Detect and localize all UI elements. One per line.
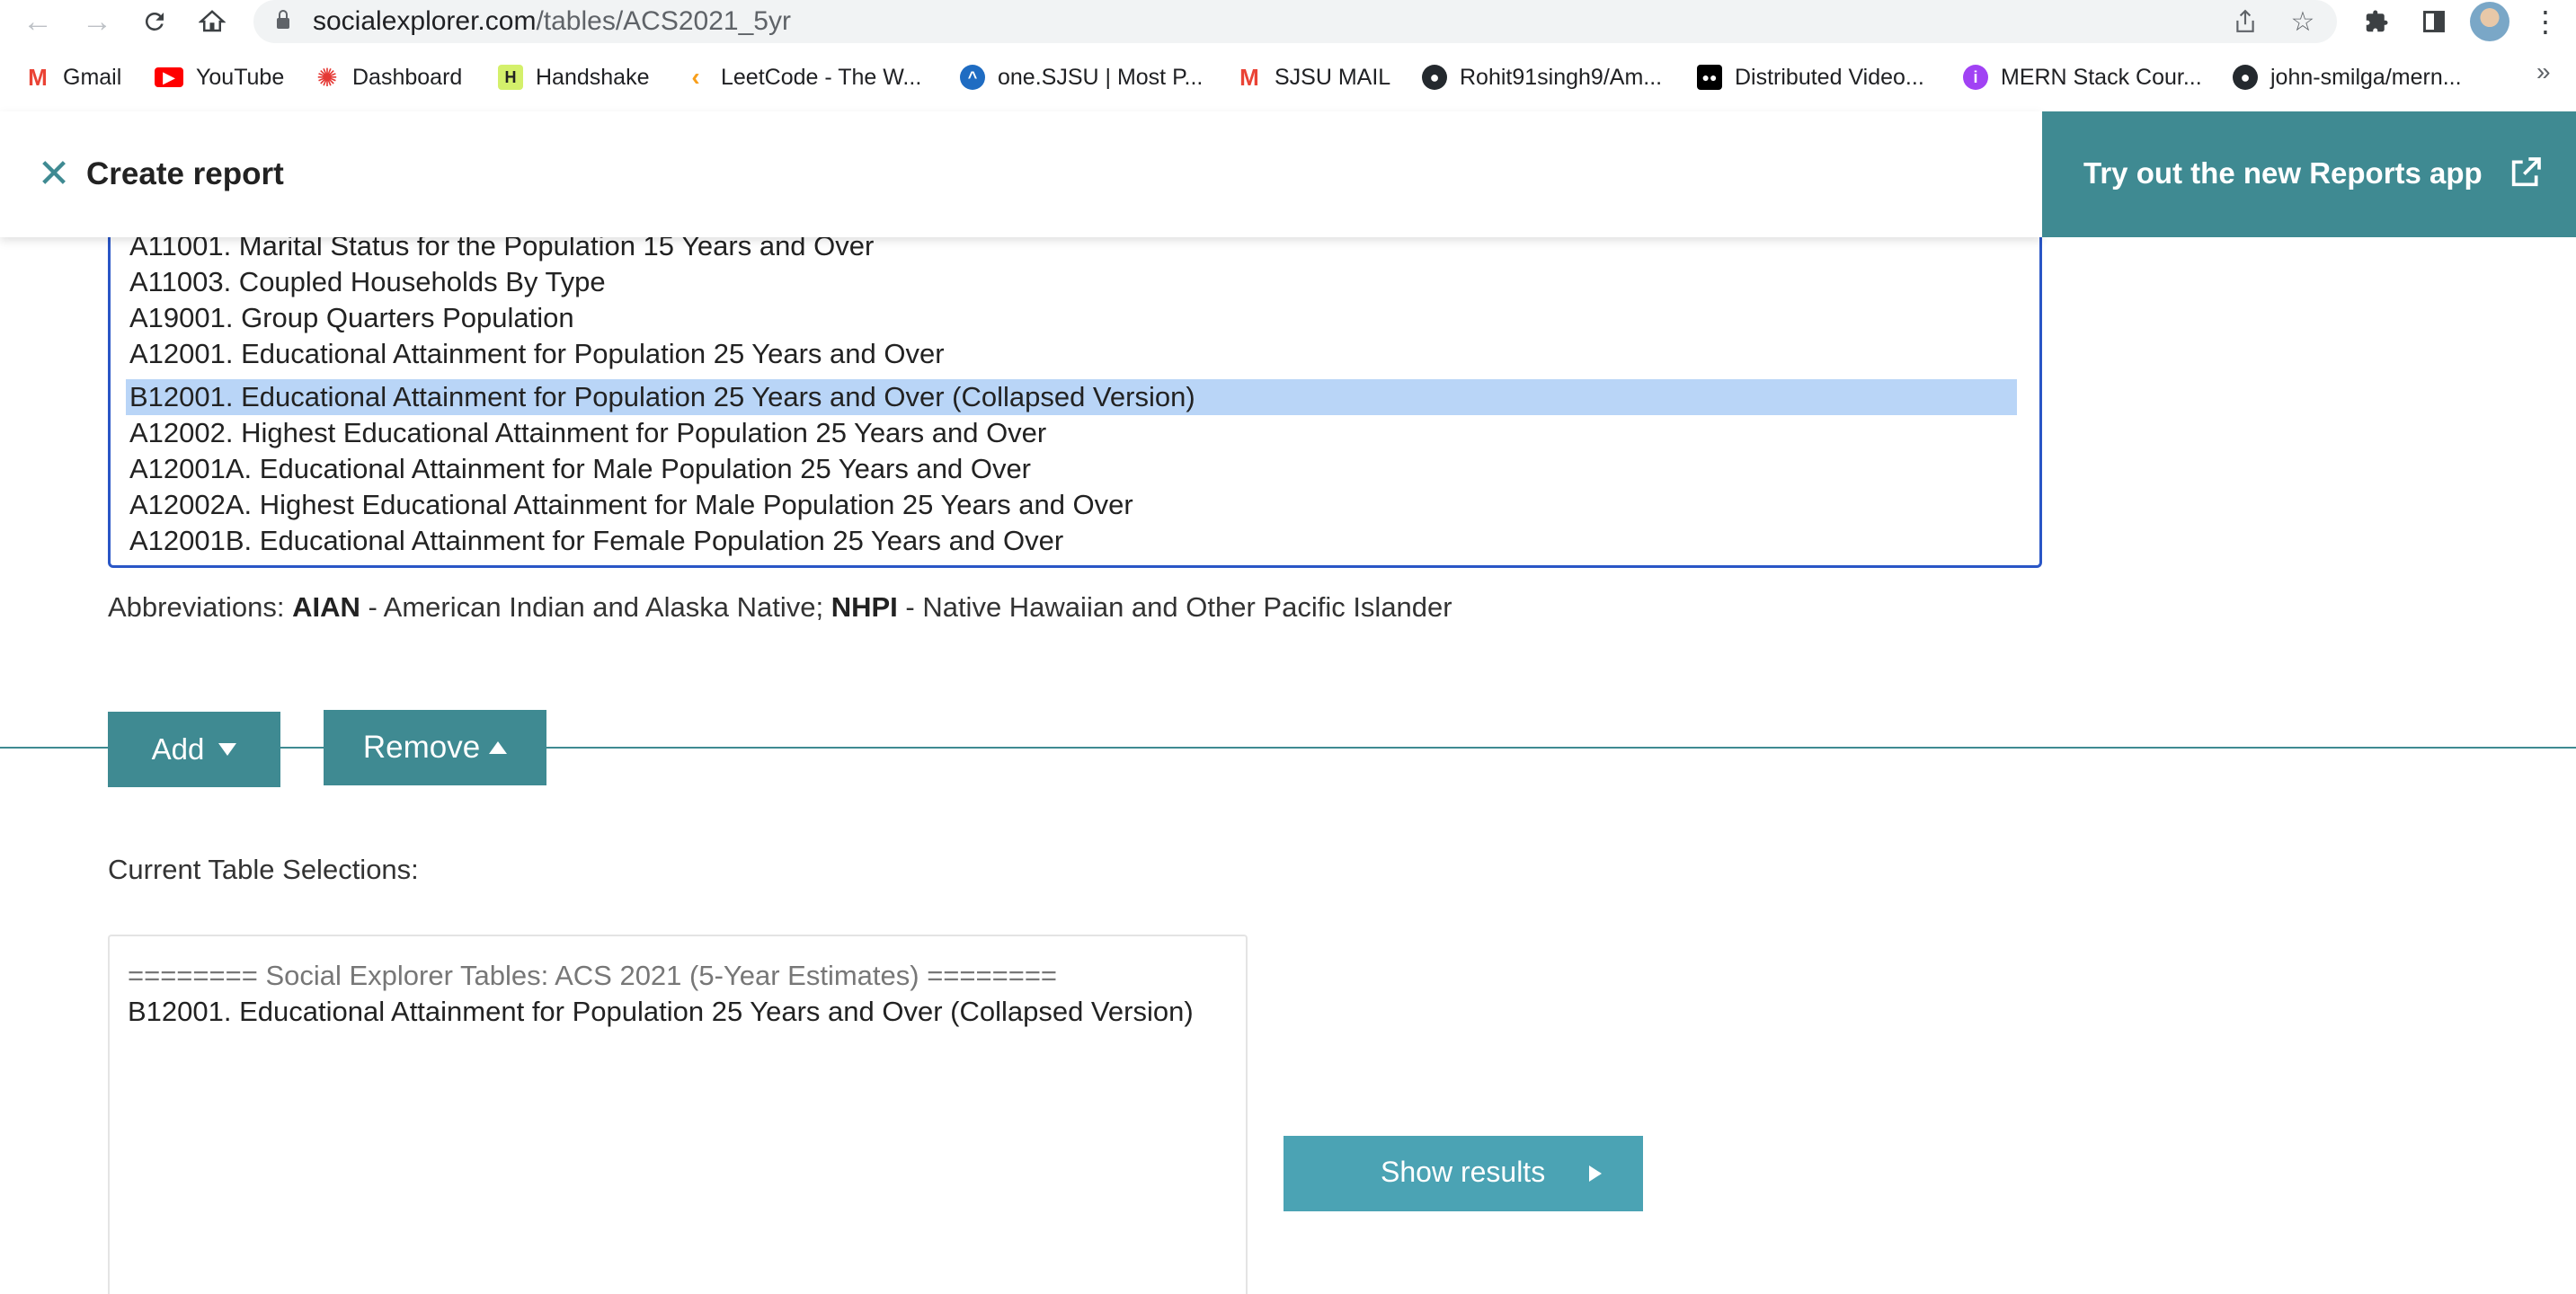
browser-toolbar: ← → socialexplorer.com/tables/ACS2021_5y… (0, 0, 2576, 43)
handshake-icon: H (498, 65, 523, 90)
bookmark-gmail[interactable]: M Gmail (25, 58, 121, 97)
github-icon: ● (2233, 65, 2258, 90)
bookmark-github-rohit[interactable]: ● Rohit91singh9/Am... (1422, 58, 1662, 97)
abbreviations-note: Abbreviations: AIAN - American Indian an… (108, 591, 1452, 623)
show-results-label: Show results (1381, 1156, 1546, 1188)
page-title: Create report (86, 156, 284, 191)
table-list-item[interactable]: A12001B. Educational Attainment for Fema… (126, 523, 1063, 559)
bookmark-dashboard[interactable]: ✺ Dashboard (315, 58, 462, 97)
table-list-item[interactable]: A12001A. Educational Attainment for Male… (126, 451, 1031, 487)
remove-button-label: Remove (362, 730, 481, 765)
play-arrow-icon (1589, 1165, 1602, 1182)
show-results-button[interactable]: Show results (1284, 1136, 1643, 1211)
side-panel-icon[interactable] (2416, 4, 2452, 40)
table-list-item[interactable]: A12001. Educational Attainment for Popul… (126, 336, 945, 372)
close-icon[interactable]: ✕ (36, 155, 72, 194)
current-selections-box[interactable]: ======== Social Explorer Tables: ACS 202… (108, 935, 1248, 1294)
gmail-icon: M (1239, 63, 1259, 91)
try-new-reports-label: Try out the new Reports app (2083, 156, 2483, 190)
bookmark-mern-course[interactable]: i MERN Stack Cour... (1963, 58, 2202, 97)
address-bar[interactable]: socialexplorer.com/tables/ACS2021_5yr ☆ (253, 0, 2337, 43)
back-arrow-icon[interactable]: ← (20, 4, 56, 40)
bookmark-youtube[interactable]: ▶ YouTube (155, 58, 284, 97)
dashboard-icon: ✺ (316, 63, 338, 92)
sjsu-icon: ^ (960, 65, 985, 90)
url-text: socialexplorer.com/tables/ACS2021_5yr (313, 6, 791, 36)
page-header: ✕ Create report (0, 111, 2042, 237)
table-list-item[interactable]: A11003. Coupled Households By Type (126, 264, 606, 300)
table-list-item[interactable]: A19001. Group Quarters Population (126, 300, 574, 336)
share-icon[interactable] (2229, 5, 2261, 38)
forward-arrow-icon[interactable]: → (79, 4, 115, 40)
leetcode-icon: ‹ (691, 63, 700, 91)
github-icon: ● (1422, 65, 1447, 90)
selections-header: ======== Social Explorer Tables: ACS 202… (128, 960, 1058, 991)
home-icon[interactable] (194, 4, 230, 40)
add-button[interactable]: Add (108, 712, 280, 787)
bookmark-github-john[interactable]: ● john-smilga/mern... (2233, 58, 2462, 97)
youtube-icon: ▶ (155, 67, 183, 87)
try-new-reports-button[interactable]: Try out the new Reports app (2042, 111, 2576, 237)
bookmark-leetcode[interactable]: ‹ LeetCode - The W... (683, 58, 921, 97)
caret-up-icon (489, 741, 508, 754)
menu-kebab-icon[interactable]: ⋮ (2527, 4, 2563, 40)
course-icon: i (1963, 65, 1988, 90)
bookmark-sjsu[interactable]: ^ one.SJSU | Most P... (960, 58, 1203, 97)
lock-icon (277, 10, 289, 29)
reload-icon[interactable] (137, 4, 173, 40)
bookmarks-overflow-icon[interactable]: » (2536, 58, 2551, 86)
table-list-item[interactable]: A12002A. Highest Educational Attainment … (126, 487, 1133, 523)
table-list[interactable]: A11001. Marital Status for the Populatio… (108, 207, 2042, 568)
bookmark-distributed-video[interactable]: ●● Distributed Video... (1697, 58, 1924, 97)
table-list-item[interactable]: A12002. Highest Educational Attainment f… (126, 415, 1046, 451)
table-list-item[interactable]: A12002B. Highest Educational Attainment … (126, 559, 1166, 565)
gmail-icon: M (28, 63, 48, 91)
extensions-puzzle-icon[interactable] (2358, 4, 2394, 40)
bookmark-star-icon[interactable]: ☆ (2287, 5, 2319, 38)
bookmark-sjsu-mail[interactable]: M SJSU MAIL (1237, 58, 1390, 97)
add-button-label: Add (151, 732, 205, 766)
caret-down-icon (218, 743, 237, 756)
remove-button[interactable]: Remove (324, 710, 546, 785)
external-link-icon (2511, 157, 2541, 187)
profile-avatar[interactable] (2470, 2, 2509, 41)
bookmark-handshake[interactable]: H Handshake (498, 58, 649, 97)
current-selections-label: Current Table Selections: (108, 854, 419, 885)
selection-item[interactable]: B12001. Educational Attainment for Popul… (128, 996, 1194, 1028)
bookmarks-bar: M Gmail ▶ YouTube ✺ Dashboard H Handshake ‹ L… (0, 58, 2576, 97)
table-list-item-selected[interactable]: B12001. Educational Attainment for Popul… (126, 379, 2017, 415)
medium-icon: ●● (1697, 65, 1722, 90)
